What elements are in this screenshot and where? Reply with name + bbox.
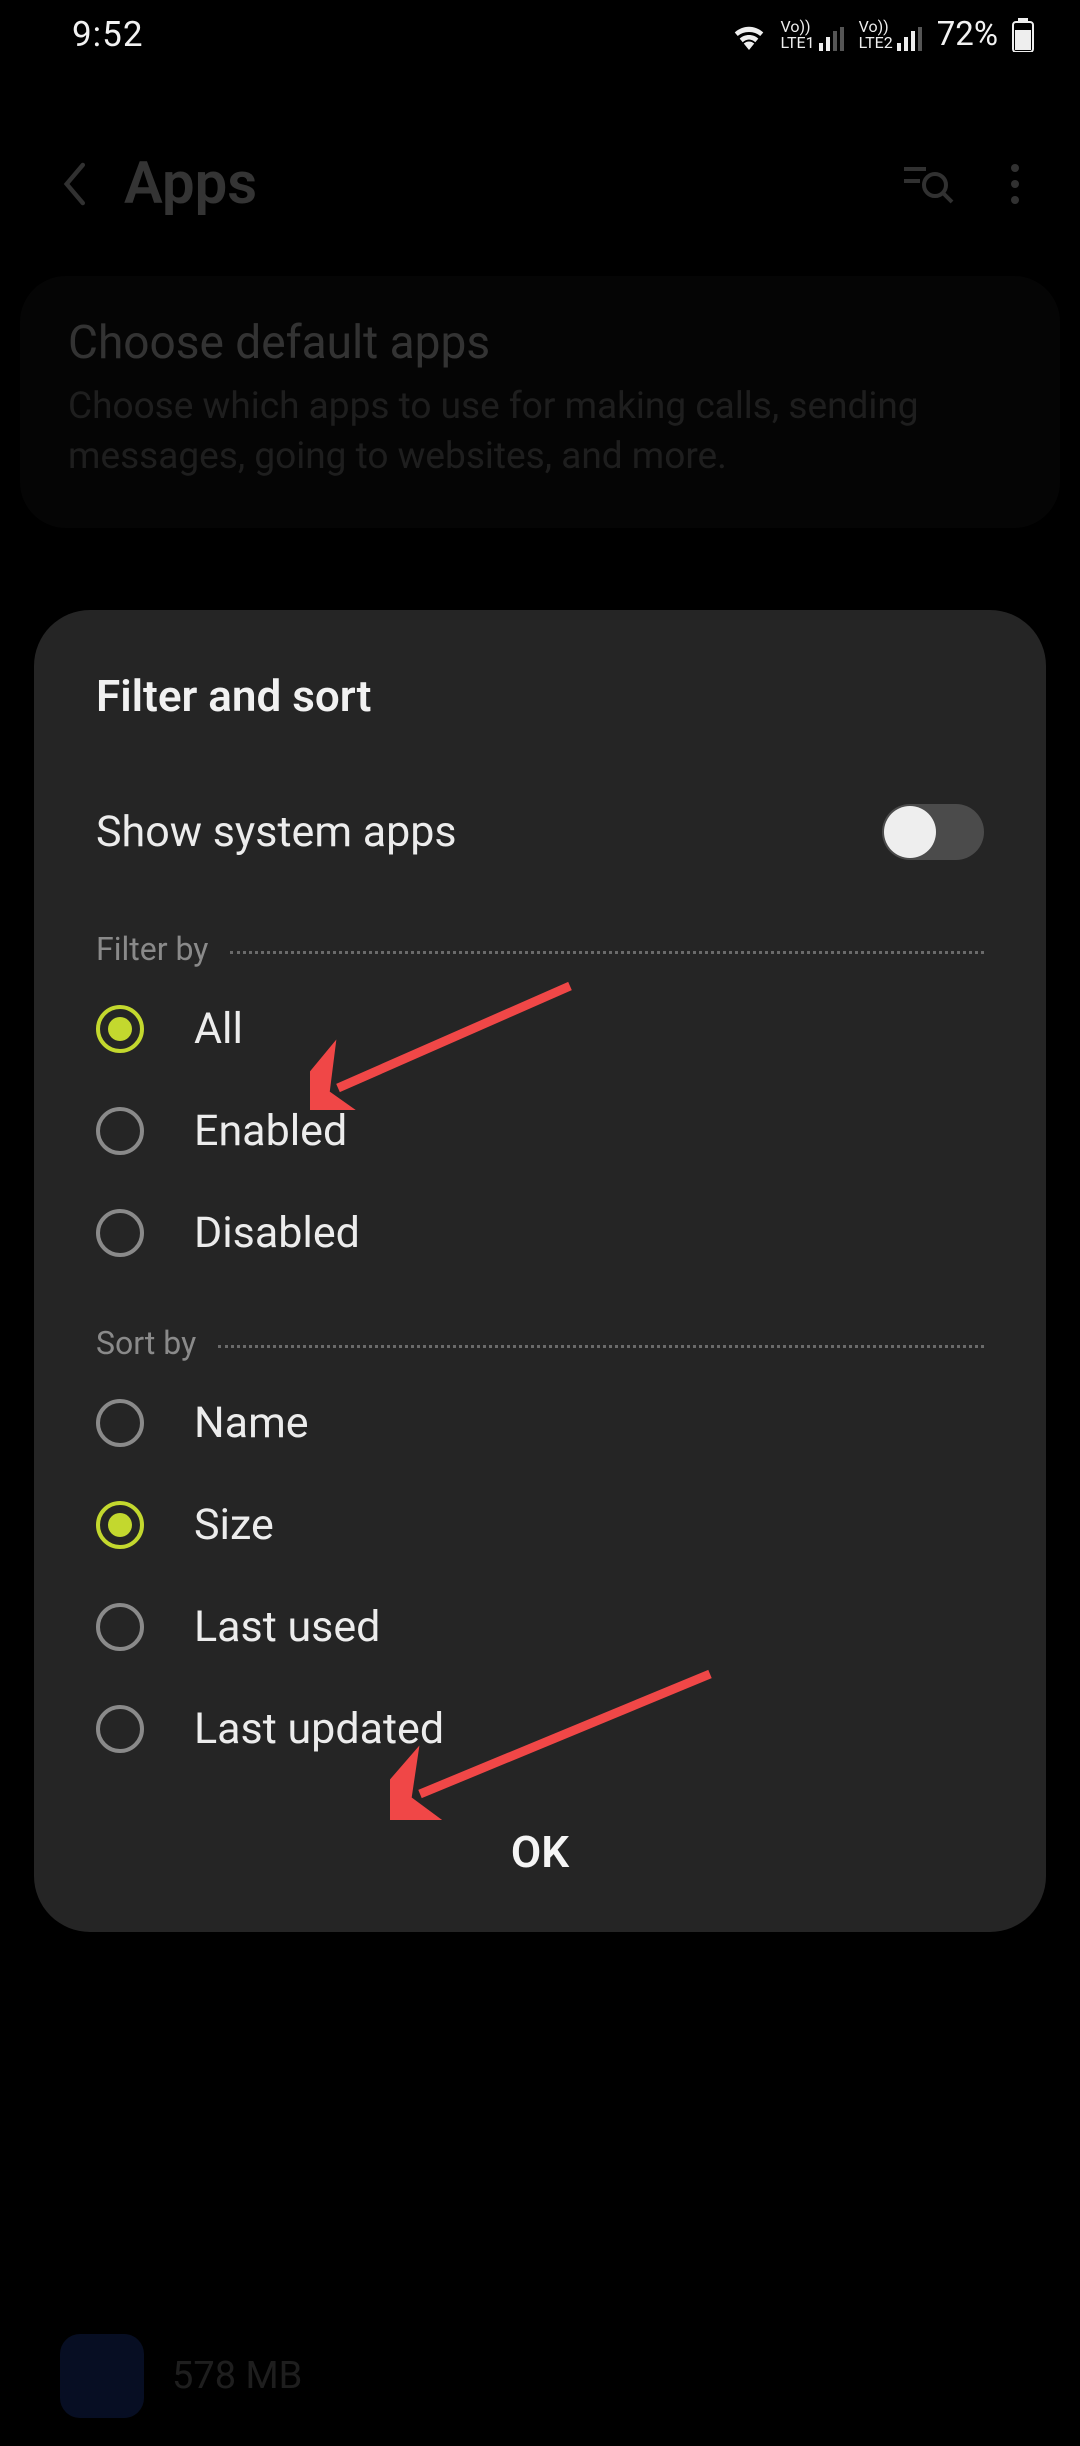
dialog-title: Filter and sort (34, 670, 1046, 774)
option-label: Size (144, 1500, 984, 1550)
ok-button[interactable]: OK (34, 1780, 1046, 1932)
filter-option-disabled[interactable]: Disabled (34, 1182, 1046, 1284)
filter-option-enabled[interactable]: Enabled (34, 1080, 1046, 1182)
show-system-apps-row[interactable]: Show system apps (34, 774, 1046, 890)
divider-dots (230, 951, 984, 954)
radio-icon (96, 1107, 144, 1155)
radio-icon (96, 1005, 144, 1053)
sort-option-last-updated[interactable]: Last updated (34, 1678, 1046, 1780)
radio-icon (96, 1603, 144, 1651)
sort-by-header: Sort by (34, 1284, 1046, 1372)
overflow-menu-icon[interactable] (1010, 163, 1020, 205)
filter-by-label: Filter by (96, 930, 208, 968)
search-icon[interactable] (902, 163, 954, 205)
option-label: Last used (144, 1602, 984, 1652)
card-title: Choose default apps (68, 316, 1012, 370)
battery-percent: 72% (937, 15, 998, 54)
show-system-apps-toggle[interactable] (882, 804, 984, 860)
sim1-indicator: Vo))LTE1 (781, 19, 845, 51)
option-label: Disabled (144, 1208, 984, 1258)
filter-by-header: Filter by (34, 890, 1046, 978)
sort-option-size[interactable]: Size (34, 1474, 1046, 1576)
option-label: Name (144, 1398, 984, 1448)
back-icon[interactable] (60, 162, 88, 206)
wifi-icon (731, 20, 767, 50)
sim2-indicator: Vo))LTE2 (859, 19, 923, 51)
app-list-item[interactable]: 578 MB (0, 2306, 1080, 2446)
option-label: Last updated (144, 1704, 984, 1754)
option-label: Enabled (144, 1106, 984, 1156)
sort-option-name[interactable]: Name (34, 1372, 1046, 1474)
card-desc: Choose which apps to use for making call… (68, 382, 1012, 482)
status-time: 9:52 (72, 14, 144, 55)
toggle-knob (884, 806, 936, 858)
app-size: 578 MB (172, 2354, 302, 2398)
sort-option-last-used[interactable]: Last used (34, 1576, 1046, 1678)
appbar: Apps (0, 80, 1080, 258)
radio-icon (96, 1501, 144, 1549)
default-apps-card[interactable]: Choose default apps Choose which apps to… (20, 276, 1060, 528)
show-system-apps-label: Show system apps (96, 807, 882, 857)
radio-icon (96, 1399, 144, 1447)
battery-icon (1012, 18, 1034, 52)
app-icon (60, 2334, 144, 2418)
page-title: Apps (124, 150, 866, 218)
status-bar: 9:52 Vo))LTE1 Vo))LTE2 72% (0, 0, 1080, 69)
filter-option-all[interactable]: All (34, 978, 1046, 1080)
option-label: All (144, 1004, 984, 1054)
sort-by-label: Sort by (96, 1324, 196, 1362)
status-icons: Vo))LTE1 Vo))LTE2 72% (731, 15, 1034, 54)
filter-sort-dialog: Filter and sort Show system apps Filter … (34, 610, 1046, 1932)
radio-icon (96, 1705, 144, 1753)
divider-dots (218, 1345, 984, 1348)
radio-icon (96, 1209, 144, 1257)
